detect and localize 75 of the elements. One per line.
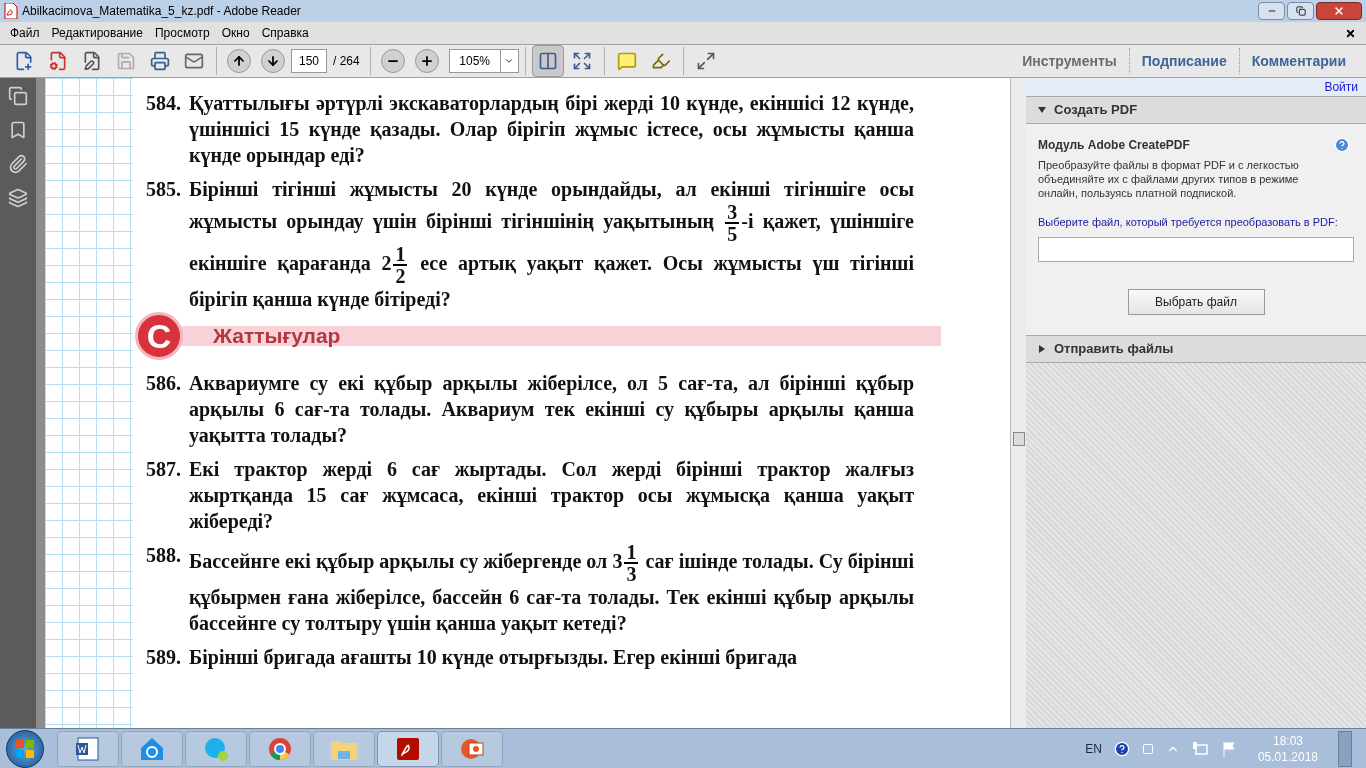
caret-icon <box>504 56 515 66</box>
menu-item[interactable]: Просмотр <box>148 24 216 42</box>
problem-number: 588. <box>145 543 181 568</box>
collapse-triangle-icon <box>1038 106 1046 114</box>
problem-text: Бірінші бригада ағашты 10 күнде отырғызды. Егер екінші бригада <box>189 645 799 670</box>
highlight-icon <box>650 51 671 71</box>
file-field[interactable] <box>1038 236 1354 262</box>
pages-icon[interactable] <box>8 86 28 106</box>
menu-item[interactable]: Редактирование <box>45 24 149 42</box>
language-indicator[interactable]: EN <box>1085 739 1102 758</box>
convert-icon <box>48 51 68 71</box>
problem-text: Екі трактор жерді 6 сағ жыртады. Сол жерді бірінші трактор жалғыз жыртқанда 15 сағ жұмсаса, екінші трактор осы жұмысқа қанша уақыт жібереді? <box>189 457 914 534</box>
section-header[interactable]: Создать PDF <box>1026 96 1366 124</box>
section-title: Жаттығулар <box>213 323 341 349</box>
help-icon[interactable] <box>1334 137 1350 153</box>
full-screen-icon <box>695 51 716 71</box>
section-header[interactable]: Отправить файлы <box>1026 334 1366 363</box>
restore-button[interactable] <box>1287 2 1314 20</box>
expand-triangle-icon <box>1038 344 1046 353</box>
layers-icon[interactable] <box>8 188 28 208</box>
fit-page-icon <box>537 51 558 71</box>
problem-text: Аквариумге су екі құбыр арқылы жіберілсе, ол 5 сағ-та, ал бірінші құбыр арқылы 6 сағ-та толады. Аквариум тек екінші су құбыры арқылы қанша уақытта толады? <box>189 371 914 448</box>
mail-icon <box>139 735 165 762</box>
start-button[interactable] <box>6 729 44 768</box>
powerpoint-button[interactable] <box>441 730 503 767</box>
module-description: Преобразуйте файлы в формат PDF и с легкостью объединяйте их с файлами других типов в режиме онлайн, пользуясь платной подпиской. <box>1038 158 1300 200</box>
minimize-button[interactable] <box>1258 2 1285 20</box>
close-icon[interactable] <box>1345 27 1356 39</box>
adobe-reader-icon <box>395 735 421 762</box>
problem-number: 589. <box>145 645 181 670</box>
chrome-button[interactable] <box>249 730 311 767</box>
menu-item[interactable]: Справка <box>255 24 315 42</box>
menu-item[interactable]: Файл <box>4 24 46 42</box>
comment-icon <box>616 51 637 71</box>
problem-number: 586. <box>145 371 181 396</box>
print-icon <box>150 51 170 71</box>
word-icon <box>75 735 101 762</box>
pane-tab[interactable]: Инструменты <box>1010 48 1129 74</box>
close-button[interactable] <box>1316 2 1362 20</box>
page-total: / 264 <box>332 53 361 70</box>
restore-icon <box>1295 6 1306 16</box>
email-icon <box>184 51 204 71</box>
word-button[interactable] <box>57 730 119 767</box>
plus-icon <box>414 49 439 73</box>
bookmark-icon[interactable] <box>8 120 28 140</box>
attachment-icon[interactable] <box>8 154 28 174</box>
problem-number: 584. <box>145 91 181 116</box>
fit-page-button[interactable] <box>531 45 564 77</box>
fit-width-icon <box>571 51 592 71</box>
chrome-icon <box>267 735 293 762</box>
scroll-thumb[interactable] <box>1012 432 1025 446</box>
pane-tab[interactable]: Подписание <box>1128 48 1239 74</box>
help-icon[interactable] <box>1113 740 1130 757</box>
section-badge: C <box>135 312 183 360</box>
scrollbar[interactable] <box>1010 78 1026 728</box>
adobe-reader-button[interactable] <box>377 730 439 767</box>
save-icon <box>116 51 136 71</box>
windows-logo-icon <box>15 738 35 759</box>
create-pdf-icon <box>14 51 34 71</box>
minus-icon <box>380 49 405 73</box>
module-title: Модуль Adobe CreatePDF <box>1038 137 1190 154</box>
file-label: Выберите файл, который требуется преобразовать в PDF: <box>1038 215 1339 230</box>
pane-tab[interactable]: Комментарии <box>1238 48 1358 74</box>
menu-item[interactable]: Окно <box>215 24 256 42</box>
close-icon <box>1333 5 1345 17</box>
problem-number: 587. <box>145 457 181 482</box>
problem-number: 585. <box>145 177 181 202</box>
sign-in-link[interactable]: Войти <box>1324 78 1358 96</box>
zoom-field[interactable]: 105% <box>448 49 519 73</box>
problem-text: Қуаттылығы әртүрлі экскаваторлардың бірі жерді 10 күнде, екіншісі 12 күнде, үшіншісі 15 күнде қазады. Олар бірігіп жұмыс істесе, осы жұмысты қанша күнде орындар еді? <box>189 91 914 168</box>
edit-icon <box>82 51 102 71</box>
pdf-file-icon <box>4 3 18 19</box>
choose-file-button[interactable]: Выбрать файл <box>1127 288 1265 315</box>
window-title: Abilkacimova_Matematika_5_kz.pdf - Adobe Reader <box>22 3 301 20</box>
page-number-field[interactable]: 150 <box>291 49 327 73</box>
